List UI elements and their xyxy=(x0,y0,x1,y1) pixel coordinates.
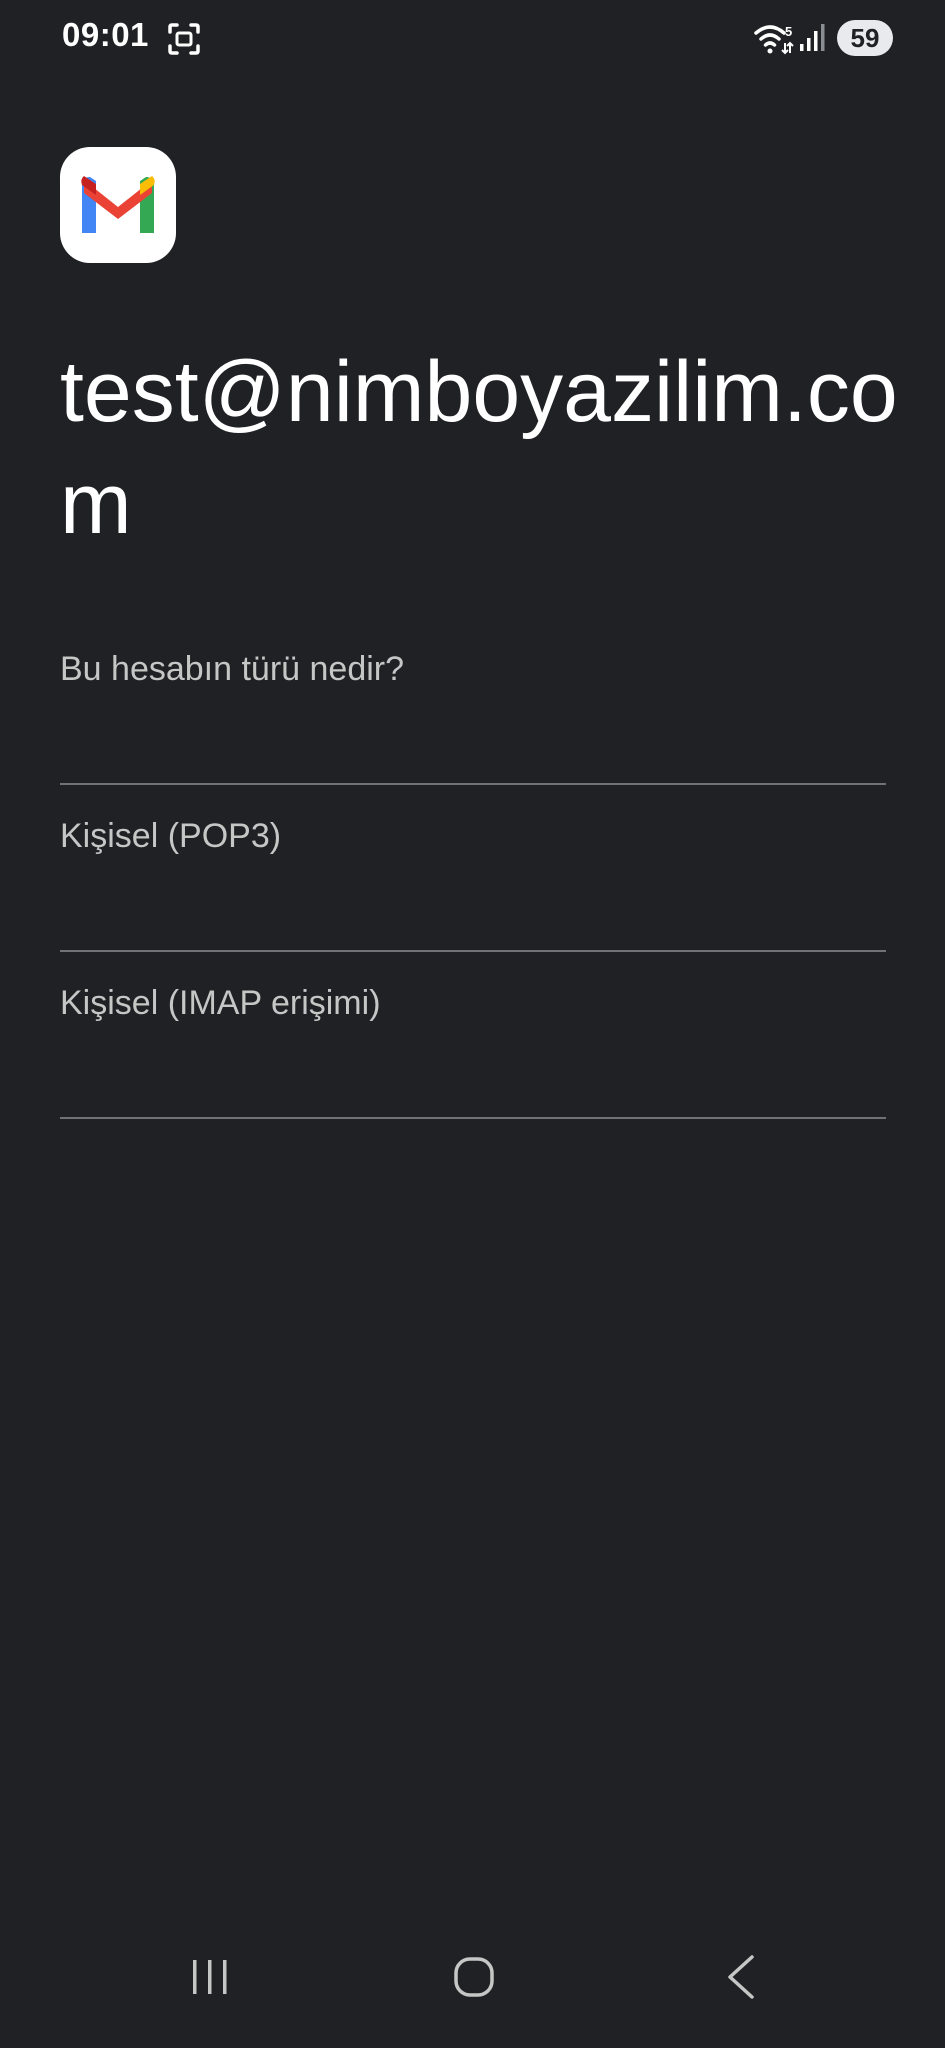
battery-indicator: 59 xyxy=(837,20,893,56)
option-imap-label: Kişisel (IMAP erişimi) xyxy=(60,984,381,1022)
account-type-question-row: Bu hesabın türü nedir? xyxy=(60,618,886,785)
status-time: 09:01 xyxy=(62,16,149,53)
option-pop3-label: Kişisel (POP3) xyxy=(60,817,282,855)
home-icon xyxy=(434,1936,514,2016)
navigation-bar xyxy=(0,1920,945,2048)
wifi-badge: 5 xyxy=(785,24,792,39)
account-type-list: Bu hesabın türü nedir? Kişisel (POP3) Ki… xyxy=(60,618,886,1119)
option-pop3[interactable]: Kişisel (POP3) xyxy=(60,785,886,952)
recents-button[interactable] xyxy=(170,1936,250,2016)
option-imap[interactable]: Kişisel (IMAP erişimi) xyxy=(60,952,886,1119)
status-bar: 09:01 5 59 xyxy=(0,0,945,76)
account-type-question: Bu hesabın türü nedir? xyxy=(60,650,405,688)
recents-icon xyxy=(170,1936,250,2016)
screen-capture-icon xyxy=(167,22,201,56)
back-icon xyxy=(700,1936,780,2016)
wifi-icon: 5 xyxy=(754,22,794,56)
gmail-logo-icon xyxy=(60,147,176,263)
back-button[interactable] xyxy=(700,1936,780,2016)
account-email: test@nimboyazilim.com xyxy=(60,344,898,552)
home-button[interactable] xyxy=(434,1936,514,2016)
cellular-signal-icon xyxy=(799,22,825,52)
